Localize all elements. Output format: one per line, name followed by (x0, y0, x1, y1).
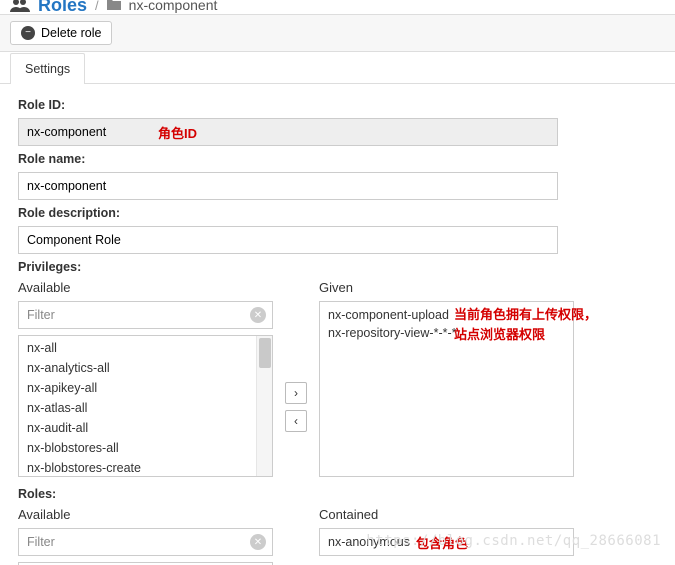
contained-annotation: 包含角色 (416, 533, 468, 552)
breadcrumb: Roles / nx-component (0, 0, 675, 14)
scrollbar[interactable] (256, 336, 272, 476)
roles-dual-list: Available Filter ✕ nx-admin Contained nx… (18, 507, 657, 565)
list-item[interactable]: nx-blobstores-create (19, 458, 272, 477)
list-item[interactable]: nx-apikey-all (19, 378, 272, 398)
breadcrumb-current: nx-component (129, 0, 218, 13)
list-item[interactable]: nx-audit-all (19, 418, 272, 438)
roles-label: Roles: (18, 487, 657, 501)
role-id-label: Role ID: (18, 98, 657, 112)
list-item[interactable]: nx-blobstores-all (19, 438, 272, 458)
given-annotation-2: 站点浏览器权限 (454, 324, 545, 343)
chevron-right-icon: › (294, 386, 298, 400)
tabs: Settings (0, 52, 675, 84)
list-item[interactable]: nx-atlas-all (19, 398, 272, 418)
folder-icon (107, 0, 121, 13)
clear-filter-icon[interactable]: ✕ (250, 307, 266, 323)
role-id-annotation: 角色ID (158, 123, 197, 142)
role-desc-label: Role description: (18, 206, 657, 220)
privileges-label: Privileges: (18, 260, 657, 274)
given-annotation-1: 当前角色拥有上传权限， (454, 304, 597, 323)
breadcrumb-root[interactable]: Roles (38, 0, 87, 16)
role-name-label: Role name: (18, 152, 657, 166)
minus-circle-icon: − (21, 26, 35, 40)
list-item[interactable]: nx-analytics-all (19, 358, 272, 378)
privileges-available-list[interactable]: nx-allnx-analytics-allnx-apikey-allnx-at… (18, 335, 273, 477)
role-desc-input[interactable] (18, 226, 558, 254)
filter-placeholder: Filter (27, 308, 55, 322)
role-id-input (18, 118, 558, 146)
filter-placeholder: Filter (27, 535, 55, 549)
roles-available-title: Available (18, 507, 273, 522)
move-right-button[interactable]: › (285, 382, 307, 404)
move-left-button[interactable]: ‹ (285, 410, 307, 432)
roles-icon (10, 0, 30, 12)
list-item[interactable]: nx-all (19, 338, 272, 358)
privileges-available-title: Available (18, 280, 273, 295)
roles-contained-title: Contained (319, 507, 574, 522)
roles-available-filter[interactable]: Filter ✕ (18, 528, 273, 556)
chevron-left-icon: ‹ (294, 414, 298, 428)
privileges-dual-list: Available Filter ✕ nx-allnx-analytics-al… (18, 280, 657, 477)
role-name-input[interactable] (18, 172, 558, 200)
clear-filter-icon[interactable]: ✕ (250, 534, 266, 550)
privileges-given-title: Given (319, 280, 574, 295)
privileges-available-filter[interactable]: Filter ✕ (18, 301, 273, 329)
breadcrumb-separator: / (95, 0, 99, 13)
delete-role-label: Delete role (41, 26, 101, 40)
delete-role-button[interactable]: − Delete role (10, 21, 112, 45)
tab-settings[interactable]: Settings (10, 53, 85, 84)
toolbar: − Delete role (0, 14, 675, 52)
